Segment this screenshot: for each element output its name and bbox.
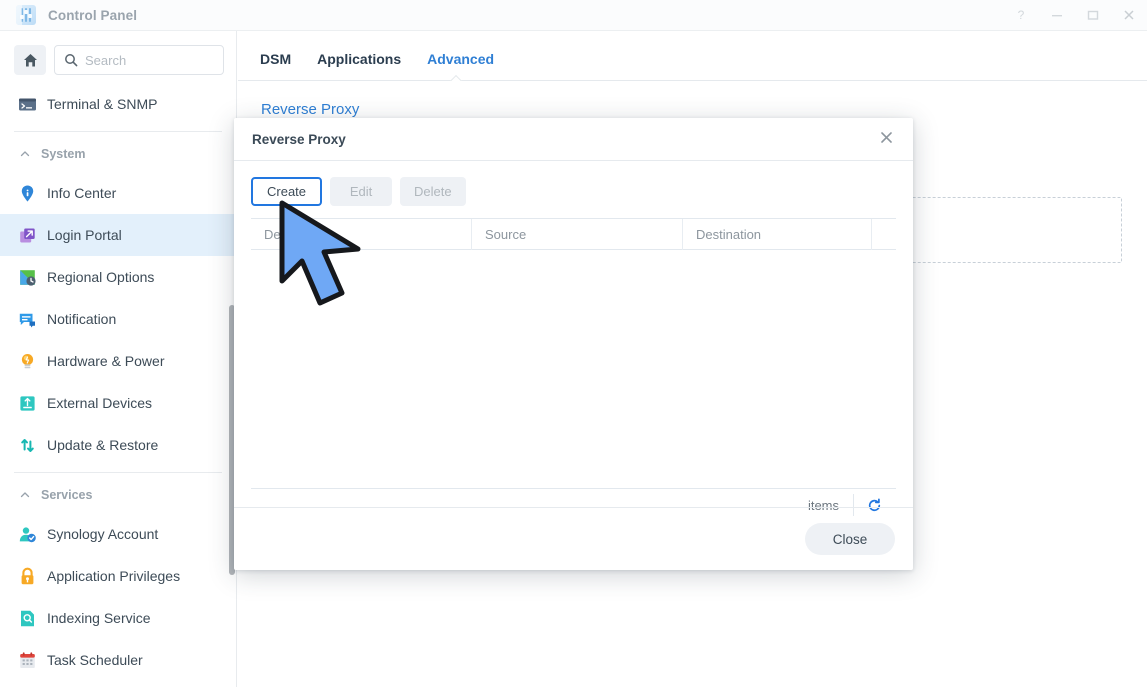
column-header-extra[interactable] <box>872 219 896 250</box>
close-icon[interactable] <box>876 127 897 152</box>
sidebar: Search Terminal & SNMP System Info Cente… <box>0 31 237 687</box>
sidebar-group-label: System <box>41 147 86 161</box>
dialog-title: Reverse Proxy <box>252 131 346 147</box>
synology-account-icon <box>18 525 37 544</box>
reverse-proxy-link[interactable]: Reverse Proxy <box>238 81 1147 118</box>
indexing-service-icon <box>18 609 37 628</box>
search-placeholder: Search <box>85 52 127 68</box>
active-tab-marker <box>450 75 462 81</box>
sidebar-item-notification[interactable]: Notification <box>0 298 236 340</box>
sidebar-item-hardware-power[interactable]: Hardware & Power <box>0 340 236 382</box>
terminal-icon <box>18 95 37 114</box>
sidebar-divider <box>14 472 222 473</box>
sidebar-item-terminal-snmp[interactable]: Terminal & SNMP <box>0 83 236 125</box>
sidebar-item-label: External Devices <box>47 395 153 411</box>
home-icon[interactable] <box>14 45 46 75</box>
column-header-description[interactable]: Description <box>251 219 472 250</box>
info-center-icon <box>18 184 37 203</box>
sidebar-item-label: Login Portal <box>47 227 122 243</box>
dialog-toolbar: Create Edit Delete <box>251 177 896 206</box>
sidebar-item-regional-options[interactable]: Regional Options <box>0 256 236 298</box>
reverse-proxy-dialog: Reverse Proxy Create Edit Delete Descrip… <box>234 118 913 570</box>
sidebar-item-indexing-service[interactable]: Indexing Service <box>0 597 236 639</box>
control-panel-icon <box>16 5 36 25</box>
tab-underline <box>238 80 1147 81</box>
notification-icon <box>18 310 37 329</box>
column-header-source[interactable]: Source <box>472 219 683 250</box>
search-input[interactable]: Search <box>54 45 224 75</box>
search-icon <box>65 54 78 67</box>
sidebar-group-system[interactable]: System <box>0 136 236 172</box>
sidebar-item-label: Update & Restore <box>47 437 159 453</box>
delete-button: Delete <box>400 177 466 206</box>
close-button[interactable]: Close <box>805 523 895 555</box>
dialog-body: Create Edit Delete Description Source De… <box>234 161 913 521</box>
close-button[interactable] <box>1111 0 1147 31</box>
sidebar-item-task-scheduler[interactable]: Task Scheduler <box>0 639 236 681</box>
sidebar-item-update-restore[interactable]: Update & Restore <box>0 424 236 466</box>
window-titlebar: Control Panel ? <box>0 0 1147 31</box>
chevron-up-icon <box>20 151 30 157</box>
application-privileges-icon <box>18 567 37 586</box>
reverse-proxy-table: Description Source Destination <box>251 218 896 489</box>
sidebar-item-synology-account[interactable]: Synology Account <box>0 513 236 555</box>
sidebar-item-label: Indexing Service <box>47 610 151 626</box>
table-header-row: Description Source Destination <box>251 219 896 250</box>
regional-options-icon <box>18 268 37 287</box>
sidebar-group-label: Services <box>41 488 93 502</box>
help-button[interactable]: ? <box>1003 0 1039 31</box>
window-title: Control Panel <box>48 7 138 23</box>
sidebar-item-info-center[interactable]: Info Center <box>0 172 236 214</box>
column-header-destination[interactable]: Destination <box>683 219 872 250</box>
sidebar-item-label: Notification <box>47 311 117 327</box>
sidebar-item-label: Info Center <box>47 185 117 201</box>
sidebar-divider <box>14 131 222 132</box>
sidebar-item-label: Task Scheduler <box>47 652 143 668</box>
minimize-button[interactable] <box>1039 0 1075 31</box>
sidebar-item-label: Synology Account <box>47 526 159 542</box>
login-portal-icon <box>18 226 37 245</box>
sidebar-item-label: Terminal & SNMP <box>47 96 158 112</box>
svg-text:?: ? <box>1018 8 1025 22</box>
create-button[interactable]: Create <box>251 177 323 206</box>
dialog-footer: Close <box>234 507 913 570</box>
tab-dsm[interactable]: DSM <box>260 51 291 80</box>
dialog-header: Reverse Proxy <box>234 118 913 161</box>
external-devices-icon <box>18 394 37 413</box>
sidebar-group-services[interactable]: Services <box>0 477 236 513</box>
update-restore-icon <box>18 436 37 455</box>
task-scheduler-icon <box>18 651 37 670</box>
hardware-power-icon <box>18 352 37 371</box>
control-panel-window: Control Panel ? Search Terminal & SNMP S… <box>0 0 1147 687</box>
sidebar-search-row: Search <box>0 31 236 83</box>
sidebar-item-label: Application Privileges <box>47 568 181 584</box>
sidebar-item-application-privileges[interactable]: Application Privileges <box>0 555 236 597</box>
tab-bar: DSM Applications Advanced <box>238 31 1147 80</box>
maximize-button[interactable] <box>1075 0 1111 31</box>
edit-button: Edit <box>330 177 393 206</box>
sidebar-item-login-portal[interactable]: Login Portal <box>0 214 236 256</box>
tab-applications[interactable]: Applications <box>317 51 401 80</box>
window-controls: ? <box>1003 0 1147 31</box>
sidebar-item-external-devices[interactable]: External Devices <box>0 382 236 424</box>
sidebar-item-label: Regional Options <box>47 269 155 285</box>
sidebar-item-label: Hardware & Power <box>47 353 165 369</box>
chevron-up-icon <box>20 492 30 498</box>
